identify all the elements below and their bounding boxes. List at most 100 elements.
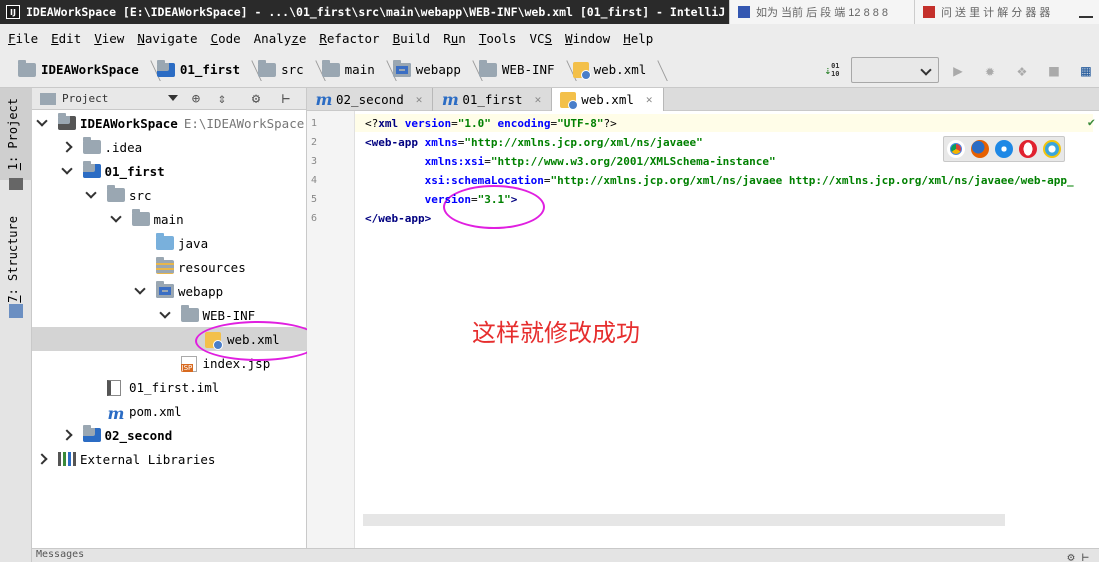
chevron-down-icon[interactable] [158, 307, 171, 319]
make-project-icon[interactable]: ⇣ 01 10 [819, 57, 845, 83]
background-window-tabs: 如为 当前 后 段 端 12 8 8 8 问 送 里 计 解 分 器 器 [729, 0, 1099, 24]
browser-preview-bar [943, 136, 1065, 162]
folder-icon [131, 209, 150, 226]
chevron-down-icon[interactable] [85, 187, 97, 199]
menu-refactor[interactable]: Refactor [319, 31, 379, 46]
resources-folder-icon [156, 257, 174, 274]
window-title: IDEAWorkSpace [E:\IDEAWorkSpace] - ...\0… [26, 5, 760, 19]
xml-file-icon [572, 61, 591, 80]
opera-icon[interactable] [1019, 140, 1037, 158]
editor-tab-02-second[interactable]: m 02_second ✕ [307, 88, 434, 111]
code-line: version="3.1"> [424, 193, 518, 206]
tree-item-ideaworkspace[interactable]: IDEAWorkSpace E:\IDEAWorkSpace [32, 111, 307, 135]
menu-bar: File Edit View Navigate Code Analyze Refactor B… [0, 24, 1099, 52]
editor-tab-01-first[interactable]: m 01_first ✕ [433, 88, 553, 111]
breadcrumb-web-xml[interactable]: web.xml [567, 52, 659, 88]
tree-item-label: webapp [178, 283, 224, 299]
tree-item-label: src [129, 187, 152, 203]
editor-tab-web-xml[interactable]: web.xml ✕ [552, 88, 664, 111]
coverage-icon[interactable]: ❖ [1009, 57, 1035, 83]
chevron-down-icon[interactable] [36, 115, 48, 127]
tree-item-resources[interactable]: resources [32, 255, 307, 279]
breadcrumb-src[interactable]: src [252, 52, 316, 88]
chevron-right-icon[interactable] [60, 141, 73, 153]
breadcrumb-label: webapp [415, 62, 461, 77]
jsp-file-icon [180, 356, 197, 372]
inspection-ok-icon[interactable]: ✔ [1088, 115, 1095, 129]
tree-item-01-first[interactable]: 01_first [32, 159, 307, 183]
tree-item-label: .idea [104, 139, 143, 155]
menu-build[interactable]: Build [393, 31, 431, 46]
menu-edit[interactable]: Edit [51, 31, 81, 46]
debug-icon[interactable]: ✹ [977, 57, 1003, 83]
close-icon[interactable]: ✕ [646, 93, 653, 106]
horizontal-scrollbar[interactable] [363, 514, 1005, 526]
breadcrumb-webapp[interactable]: webapp [387, 52, 473, 88]
tree-item-java[interactable]: java [32, 231, 307, 255]
tree-item-webapp[interactable]: webapp [32, 279, 307, 303]
close-icon[interactable]: ✕ [416, 93, 423, 106]
breadcrumb-01-first[interactable]: 01_first [151, 52, 252, 88]
firefox-icon[interactable] [971, 140, 989, 158]
chevron-down-icon[interactable] [60, 163, 73, 175]
menu-navigate[interactable]: Navigate [137, 31, 197, 46]
gear-icon[interactable]: ⚙ ⊢ [1067, 550, 1089, 562]
scroll-from-source-icon[interactable]: ⊕ [188, 91, 204, 107]
breadcrumb-web-inf[interactable]: WEB-INF [473, 52, 567, 88]
menu-window[interactable]: Window [565, 31, 610, 46]
view-selector-dropdown-icon[interactable] [168, 95, 178, 101]
menu-view[interactable]: View [94, 31, 124, 46]
menu-file[interactable]: File [8, 31, 38, 46]
folder-icon [180, 305, 199, 322]
tree-item-02-second[interactable]: 02_second [32, 423, 307, 447]
structure-tool-tab[interactable]: 7: Structure [6, 216, 20, 303]
highlight-circle [443, 185, 545, 229]
background-tab[interactable]: 问 送 里 计 解 分 器 器 [914, 0, 1099, 24]
chevron-right-icon[interactable] [60, 429, 73, 441]
gear-icon[interactable]: ⚙ [248, 91, 264, 107]
safari-icon[interactable] [995, 140, 1013, 158]
tree-item-src[interactable]: src [32, 183, 307, 207]
editor-tab-label: web.xml [581, 92, 634, 107]
highlight-circle [195, 321, 321, 361]
tree-item--idea[interactable]: .idea [32, 135, 307, 159]
line-number: 3 [311, 156, 318, 167]
minimize-button[interactable] [1079, 6, 1093, 18]
menu-help[interactable]: Help [623, 31, 653, 46]
project-panel-title[interactable]: Project [62, 92, 108, 105]
ie-icon[interactable] [1043, 140, 1061, 158]
hide-panel-icon[interactable]: ⊢ [278, 91, 294, 107]
menu-vcs[interactable]: VCS [529, 31, 552, 46]
collapse-all-icon[interactable]: ⇕ [214, 91, 230, 107]
messages-tab[interactable]: Messages [36, 549, 84, 560]
chevron-down-icon[interactable] [109, 211, 122, 223]
menu-analyze[interactable]: Analyze [254, 31, 307, 46]
menu-run[interactable]: Run [443, 31, 466, 46]
code-line: xsi:schemaLocation="http://xmlns.jcp.org… [424, 174, 1074, 187]
chevron-down-icon[interactable] [134, 283, 146, 295]
breadcrumb-label: web.xml [593, 62, 647, 77]
background-tab[interactable]: 如为 当前 后 段 端 12 8 8 8 [729, 0, 914, 24]
run-icon[interactable]: ▶ [945, 57, 971, 83]
stop-icon[interactable]: ■ [1041, 57, 1067, 83]
chrome-icon[interactable] [947, 140, 965, 158]
project-structure-icon[interactable]: ▦ [1073, 57, 1099, 83]
code-editor[interactable]: <?xml version="1.0" encoding="UTF-8"?> <w… [355, 111, 1099, 548]
menu-code[interactable]: Code [211, 31, 241, 46]
menu-tools[interactable]: Tools [479, 31, 517, 46]
breadcrumb-ideaworkspace[interactable]: IDEAWorkSpace [18, 52, 151, 88]
chevron-right-icon[interactable] [36, 453, 48, 465]
project-view-icon [40, 92, 56, 105]
tree-item-external-libraries[interactable]: External Libraries [32, 447, 307, 471]
tree-item-pom-xml[interactable]: m pom.xml [32, 399, 307, 423]
project-path: E:\IDEAWorkSpace [183, 115, 305, 131]
close-icon[interactable]: ✕ [535, 93, 542, 106]
tree-item-main[interactable]: main [32, 207, 307, 231]
run-configuration-select[interactable] [851, 57, 939, 83]
folder-icon [18, 59, 36, 77]
editor-gutter: 1 2 3 4 5 6 [307, 111, 355, 548]
breadcrumb-main[interactable]: main [316, 52, 387, 88]
project-tool-tab[interactable]: 1: Project [6, 98, 20, 170]
code-line: <?xml version="1.0" encoding="UTF-8"?> [365, 117, 617, 130]
tree-item-01-first-iml[interactable]: 01_first.iml [32, 375, 307, 399]
